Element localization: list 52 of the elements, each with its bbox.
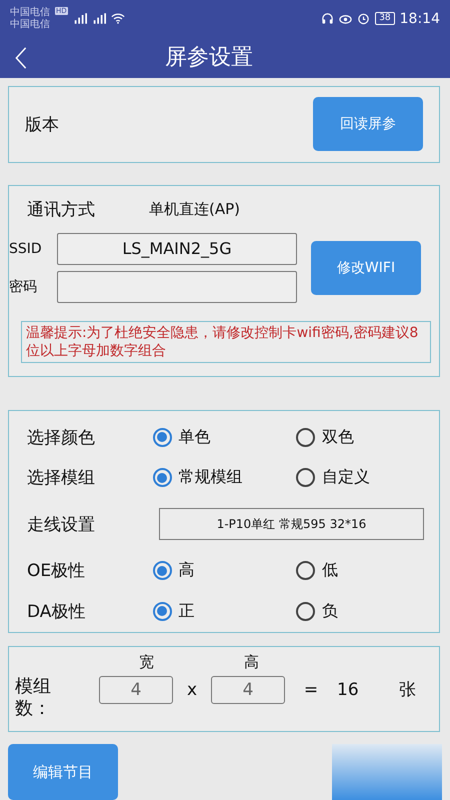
communication-label: 通讯方式 xyxy=(27,198,95,221)
radio-icon[interactable] xyxy=(152,468,172,488)
alarm-icon xyxy=(357,12,370,26)
setting-label: DA极性 xyxy=(27,600,86,623)
radio-option[interactable]: 负 xyxy=(296,600,439,622)
radio-icon[interactable] xyxy=(152,602,172,621)
warning-text: 温馨提示:为了杜绝安全隐患，请修改控制卡wifi密码,密码建议8位以上字母加数字组合 xyxy=(21,320,431,363)
module-count-label: 模组数： xyxy=(15,676,52,720)
ssid-label: SSID xyxy=(9,240,43,257)
signal-icon xyxy=(72,13,87,24)
radio-option[interactable]: 正 xyxy=(152,600,296,622)
width-label: 宽 xyxy=(139,652,154,672)
radio-option[interactable]: 低 xyxy=(296,560,439,582)
communication-mode: 单机直连(AP) xyxy=(149,200,240,219)
password-label: 密码 xyxy=(9,278,38,296)
headset-icon xyxy=(321,12,334,26)
radio-icon[interactable] xyxy=(296,602,315,621)
setting-label: 选择颜色 xyxy=(27,426,96,449)
radio-option[interactable]: 自定义 xyxy=(296,467,439,488)
signal-icon xyxy=(92,13,106,24)
back-icon[interactable] xyxy=(14,46,28,70)
blurred-button[interactable] xyxy=(332,744,442,800)
width-field[interactable]: 4 xyxy=(99,676,173,704)
setting-label: 走线设置 xyxy=(27,514,96,536)
module-total: 16 xyxy=(337,678,360,702)
wifi-icon xyxy=(110,13,125,24)
version-label: 版本 xyxy=(25,114,59,136)
multiply-sign: x xyxy=(186,678,198,702)
radio-icon[interactable] xyxy=(296,561,315,580)
carrier-name: 中国电信 xyxy=(10,6,50,18)
password-field[interactable] xyxy=(57,270,297,303)
eye-icon xyxy=(339,12,352,26)
page-title: 屏参设置 xyxy=(165,44,253,72)
radio-option[interactable]: 高 xyxy=(152,560,296,582)
radio-icon[interactable] xyxy=(296,428,315,447)
setting-label: 选择模组 xyxy=(27,467,96,490)
radio-option[interactable]: 双色 xyxy=(296,426,439,448)
routing-field[interactable]: 1-P10单红 常规595 32*16 xyxy=(159,508,424,540)
unit-label: 张 xyxy=(399,678,416,702)
radio-icon[interactable] xyxy=(152,561,172,580)
radio-option[interactable]: 单色 xyxy=(152,426,296,448)
clock-time: 18:14 xyxy=(400,10,440,27)
setting-label: OE极性 xyxy=(27,560,86,582)
equals-sign: = xyxy=(302,678,320,702)
battery-icon: 38 xyxy=(375,12,395,26)
carrier-name: 中国电信 xyxy=(10,18,50,31)
radio-icon[interactable] xyxy=(152,428,172,447)
height-label: 高 xyxy=(244,652,259,672)
height-field[interactable]: 4 xyxy=(211,676,285,704)
radio-option[interactable]: 常规模组 xyxy=(152,467,296,488)
ssid-field[interactable]: LS_MAIN2_5G xyxy=(57,232,297,265)
radio-icon[interactable] xyxy=(296,468,315,488)
